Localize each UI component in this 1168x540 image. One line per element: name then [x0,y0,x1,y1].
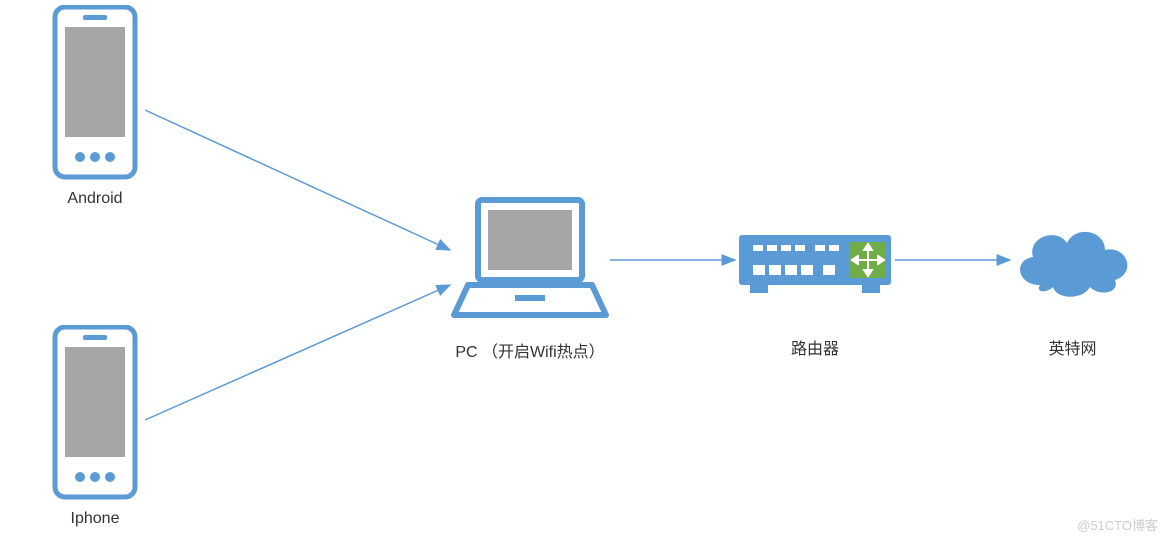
cloud-icon [1005,215,1140,305]
iphone-node: Iphone [45,325,145,528]
router-icon [735,225,895,305]
laptop-icon [450,195,610,330]
android-label: Android [67,190,122,208]
phone-icon [45,5,145,180]
internet-label: 英特网 [1048,335,1096,359]
watermark: @51CTO博客 [1077,515,1158,534]
internet-node: 英特网 [1005,215,1140,359]
router-node: 路由器 [735,225,895,359]
router-label: 路由器 [791,335,839,359]
iphone-label: Iphone [71,510,120,528]
android-node: Android [45,5,145,208]
pc-label: PC （开启Wifi热点） [455,338,604,362]
pc-node: PC （开启Wifi热点） [450,195,610,362]
phone-icon [45,325,145,500]
